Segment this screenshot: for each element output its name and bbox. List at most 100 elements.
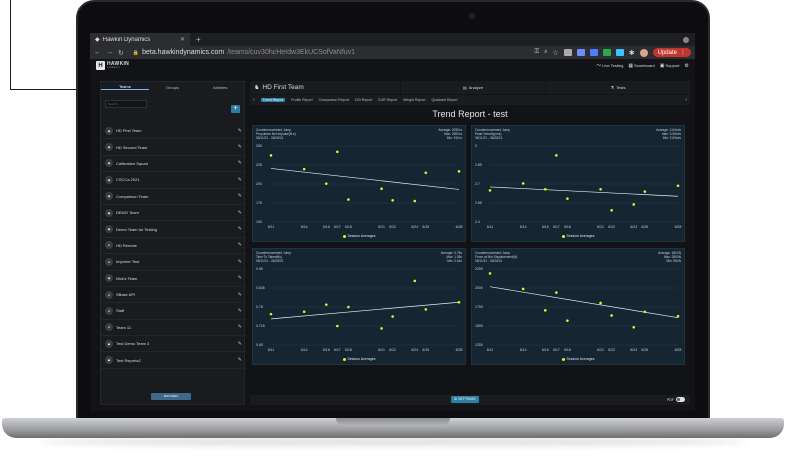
chevron-right-icon[interactable]: › [685, 97, 687, 103]
search-input[interactable]: Search... [105, 100, 147, 108]
team-row[interactable]: ● HD Remote ✎ [101, 238, 246, 255]
close-icon[interactable]: ✕ [180, 36, 185, 43]
tab-comparison-report[interactable]: Comparison Report [319, 98, 349, 102]
pencil-icon[interactable]: ✎ [238, 242, 242, 248]
chevron-left-icon[interactable]: ‹ [253, 97, 255, 103]
team-row[interactable]: ◆ Test Demo Team 3 ✎ [101, 336, 246, 353]
settings-button[interactable]: ⚙ SETTINGS [451, 396, 479, 403]
pencil-icon[interactable]: ✎ [238, 226, 242, 232]
data-point[interactable] [269, 154, 273, 157]
data-point[interactable] [676, 184, 680, 188]
extension-icon[interactable] [563, 49, 572, 56]
data-point[interactable] [488, 272, 492, 275]
tab-groups[interactable]: Groups [149, 85, 197, 90]
data-point[interactable] [347, 198, 350, 201]
pencil-icon[interactable]: ✎ [238, 210, 242, 216]
data-point[interactable] [676, 314, 680, 318]
data-point[interactable] [632, 203, 636, 206]
add-team-button[interactable]: + [231, 105, 240, 113]
team-row[interactable]: ● SBase API ✎ [101, 287, 246, 304]
team-row[interactable]: ◆ HD Second Team ✎ [101, 139, 246, 156]
data-point[interactable] [424, 308, 428, 311]
settings-gear-icon[interactable]: ⚙ [685, 63, 689, 69]
data-point[interactable] [336, 324, 339, 328]
new-tab-button[interactable]: + [190, 35, 207, 44]
data-point[interactable] [599, 301, 602, 305]
support-link[interactable]: ▣ Support [660, 63, 680, 69]
pencil-icon[interactable]: ✎ [238, 160, 242, 166]
star-icon[interactable]: ☆ [552, 49, 558, 57]
rosters-button[interactable]: ROSTERS [151, 393, 191, 400]
scoreboard-link[interactable]: ▦ Scoreboard [628, 63, 654, 69]
tab-weight-report[interactable]: Weight Report [403, 98, 425, 102]
window-menu-icon[interactable] [683, 36, 689, 43]
data-point[interactable] [269, 312, 273, 316]
extension-icon[interactable] [589, 49, 598, 56]
tab-profile-report[interactable]: Profile Report [291, 98, 312, 102]
extension-icon[interactable] [602, 49, 611, 56]
pencil-icon[interactable]: ✎ [238, 193, 242, 199]
team-row[interactable]: ◆ Comparison Team ✎ [101, 189, 246, 205]
chart-legend[interactable]: Session Averages [253, 357, 465, 361]
team-row[interactable]: ● Importer Test ✎ [101, 254, 246, 271]
data-point[interactable] [543, 187, 547, 191]
team-row[interactable]: ◆ Nick's Team ✎ [101, 271, 246, 287]
data-point[interactable] [324, 182, 328, 185]
team-row[interactable]: ◆ Test Reports2 ✎ [101, 352, 246, 369]
chart-legend[interactable]: Session Averages [472, 234, 684, 238]
puzzle-icon[interactable]: ✱ [629, 49, 635, 57]
tab-tests[interactable]: ⚗ Tests [546, 81, 690, 94]
data-point[interactable] [610, 314, 613, 317]
forward-icon[interactable]: → [106, 49, 113, 56]
data-point[interactable] [391, 315, 394, 318]
pencil-icon[interactable]: ✎ [238, 308, 242, 314]
tab-teams[interactable]: Teams [101, 84, 149, 90]
data-point[interactable] [347, 305, 350, 309]
browser-tab[interactable]: ◆ Hawkin Dynamics ✕ [90, 33, 190, 46]
chart-legend[interactable]: Session Averages [253, 234, 465, 238]
pdf-toggle[interactable]: PDF [667, 397, 685, 402]
extension-icon[interactable] [576, 49, 585, 56]
back-icon[interactable]: ← [94, 49, 101, 56]
data-point[interactable] [555, 291, 558, 294]
data-point[interactable] [457, 300, 461, 304]
data-point[interactable] [555, 154, 558, 157]
data-point[interactable] [643, 310, 647, 314]
data-point[interactable] [413, 199, 417, 203]
update-button[interactable]: Update ⋮ [652, 48, 691, 57]
data-point[interactable] [380, 327, 383, 330]
tab-eur-report[interactable]: EUR Report [378, 98, 397, 102]
data-point[interactable] [336, 150, 339, 154]
data-point[interactable] [521, 182, 525, 185]
team-row[interactable]: ◆ Calibration Squad ✎ [101, 156, 246, 173]
address-bar[interactable]: 🔒 beta.hawkindynamics.com/teams/cuv30hcH… [129, 48, 530, 58]
profile-avatar[interactable] [639, 48, 648, 57]
data-point[interactable] [599, 187, 602, 191]
team-row[interactable]: ● Staff ✎ [101, 303, 246, 320]
data-point[interactable] [488, 189, 492, 192]
tab-dsi-report[interactable]: DSI Report [355, 98, 372, 102]
pencil-icon[interactable]: ✎ [238, 292, 242, 298]
pencil-icon[interactable]: ✎ [238, 341, 242, 347]
reload-icon[interactable]: ↻ [118, 49, 124, 57]
team-row[interactable]: ● Team 11 ✎ [101, 320, 246, 337]
pencil-icon[interactable]: ✎ [238, 275, 242, 281]
team-row[interactable]: ◆ CSCCa 2021 ✎ [101, 172, 246, 189]
pencil-icon[interactable]: ✎ [238, 259, 242, 265]
live-testing-link[interactable]: 〜 Live Testing [596, 62, 623, 69]
toggle-switch[interactable] [676, 397, 685, 402]
hawkin-logo[interactable]: H HAWKIN DYNAMICS [96, 61, 129, 70]
data-point[interactable] [610, 209, 613, 212]
pencil-icon[interactable]: ✎ [238, 357, 242, 363]
data-point[interactable] [380, 187, 383, 191]
pencil-icon[interactable]: ✎ [238, 177, 242, 183]
data-point[interactable] [302, 310, 306, 314]
tab-athletes[interactable]: Athletes [196, 85, 244, 90]
team-row[interactable]: ◆ HD First Team ✎ [101, 123, 246, 140]
data-point[interactable] [566, 319, 569, 322]
team-row[interactable]: ◆ Demo Team for Testing ✎ [101, 221, 246, 238]
tab-trend-report[interactable]: Trend Report [260, 98, 286, 102]
data-point[interactable] [643, 190, 647, 193]
data-point[interactable] [413, 279, 417, 283]
pencil-icon[interactable]: ✎ [238, 128, 242, 134]
